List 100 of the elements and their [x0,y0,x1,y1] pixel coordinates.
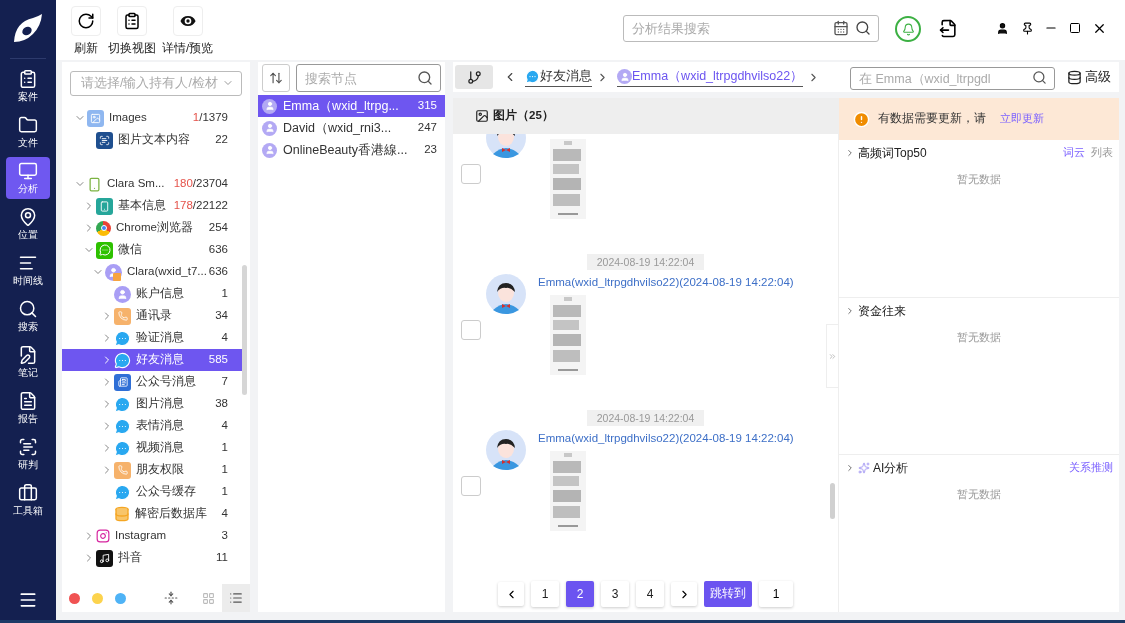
panel-toggle-handle[interactable] [826,324,838,388]
folder-icon [18,115,38,135]
owner-select[interactable]: 请选择/输入持有人/检材 [70,70,242,96]
nav-item[interactable]: 文件 [6,111,50,153]
section-chevron-icon[interactable] [845,463,855,473]
nav-item[interactable]: 时间线 [6,249,50,291]
scrollbar-thumb[interactable] [242,265,247,395]
tree-item[interactable]: 朋友权限 1 [62,459,242,481]
tree-item[interactable]: 账户信息 1 [62,283,242,305]
nav-label: 笔记 [18,366,38,379]
notification-button[interactable] [895,16,921,42]
contact-name: Emma（wxid_ltrpg... [283,97,400,115]
sparkle-icon [858,462,870,474]
tree-item[interactable]: 验证消息 4 [62,327,242,349]
sort-button[interactable] [262,64,290,92]
nav-item[interactable]: 案件 [6,65,50,107]
document-scan-icon [96,131,113,149]
tree-item[interactable]: 通讯录 34 [62,305,242,327]
item-count: 1 [221,484,228,500]
chat-bubble-icon [114,329,131,347]
camera-icon [96,529,110,543]
tree-item-label: 验证消息 [136,330,185,346]
double-chevron-icon [828,351,837,361]
next-page-button[interactable] [671,582,697,606]
tree-item[interactable]: 表情消息 4 [62,415,242,437]
search-field[interactable]: 分析结果搜索 [623,15,879,42]
message-checkbox[interactable] [461,476,481,496]
tree-item[interactable]: Clara(wxid_t7... 636 [62,261,242,283]
music-note-icon [96,549,113,567]
previous-page-button[interactable] [498,582,524,606]
search-field[interactable]: 搜索节点 [296,64,441,92]
jump-button[interactable]: 跳转到 [704,581,752,607]
search-icon[interactable] [1032,69,1047,85]
contact-avatar-icon [262,120,277,136]
tree-item[interactable]: Chrome浏览器 254 [62,217,242,239]
search-field[interactable]: 在 Emma（wxid_ltrpgdl [850,67,1055,90]
view-tab[interactable]: 词云 [1063,145,1085,161]
message-checkbox[interactable] [461,164,481,184]
toolbar-button[interactable]: 切换视图 [108,6,156,58]
tree-item-label: 朋友权限 [136,462,185,478]
page-button[interactable]: 3 [601,581,629,607]
tree-item[interactable]: 图片消息 38 [62,393,242,415]
relation-inference-link[interactable]: 关系推测 [1069,460,1113,476]
tree-item[interactable]: 抖音 11 [62,547,242,569]
update-now-link[interactable]: 立即更新 [1000,111,1044,127]
new-count: 1 [192,110,200,126]
images-tab[interactable]: 图片（25） [475,107,554,125]
user-icon[interactable] [996,22,1009,35]
advanced-search-button[interactable]: 高级 [1067,67,1111,87]
nav-item[interactable]: 分析 [6,157,50,199]
tree-item[interactable]: 解密后数据库 4 [62,503,242,525]
nav-item[interactable]: 位置 [6,203,50,245]
tree-item-label: 公众号缓存 [136,484,197,500]
item-count: 1 [221,286,228,302]
page-input[interactable]: 1 [759,581,793,607]
nav-label: 工具箱 [13,504,43,517]
maximize-icon[interactable] [1069,22,1081,34]
tree-item[interactable]: Instagram 3 [62,525,242,547]
tree-item[interactable]: Images 1/1379 [62,107,242,129]
tree-item[interactable]: 公众号缓存 1 [62,481,242,503]
tree-item[interactable]: 视频消息 1 [62,437,242,459]
breadcrumb-link[interactable]: 好友消息 [525,67,592,87]
section-chevron-icon[interactable] [845,306,855,316]
chat-bubble-icon [114,439,131,457]
tree-item-label: Clara(wxid_t7... [127,264,208,280]
collapse-all-icon[interactable] [164,591,178,605]
nav-item[interactable]: 工具箱 [6,479,50,521]
search-icon[interactable] [417,70,433,86]
nav-item[interactable]: 报告 [6,387,50,429]
tree-item[interactable]: Clara Sm... 180/23704 [62,173,242,195]
contact-item[interactable]: Emma（wxid_ltrpg... 315 [258,95,445,117]
tree-item[interactable]: 微信 636 [62,239,242,261]
page-button[interactable]: 1 [531,581,559,607]
breadcrumb-link[interactable]: Emma（wxid_ltrpgdhvilso22） [617,67,804,87]
nav-item[interactable]: 搜索 [6,295,50,337]
calendar-icon[interactable] [833,20,849,36]
tree-item[interactable]: 图片文本内容 22 [62,129,242,151]
scrollbar-thumb[interactable] [830,483,835,519]
tree-item[interactable]: 公众号消息 7 [62,371,242,393]
tree-item[interactable]: 基本信息 178/22122 [62,195,242,217]
nav-item[interactable]: 研判 [6,433,50,475]
message-checkbox[interactable] [461,320,481,340]
page-button[interactable]: 2 [566,581,594,607]
nav-item[interactable]: 笔记 [6,341,50,383]
search-icon[interactable] [855,20,871,36]
toolbar-button[interactable]: 详情/预览 [162,6,214,58]
tree-item[interactable]: 好友消息 585 [62,349,242,371]
section-chevron-icon[interactable] [845,148,855,158]
close-icon[interactable] [1092,21,1107,36]
contact-item[interactable]: David（wxid_rni3... 247 [258,117,445,139]
menu-icon[interactable] [18,590,38,610]
branch-button[interactable] [455,65,493,89]
list-view-button[interactable] [222,584,250,612]
item-count: /22122 [192,198,228,214]
page-button[interactable]: 4 [636,581,664,607]
export-icon[interactable] [939,19,958,38]
tree-item-label: 解密后数据库 [135,506,208,522]
message-count: 23 [424,142,437,158]
contact-item[interactable]: OnlineBeauty香港線... 23 [258,139,445,161]
pin-icon[interactable] [1021,22,1034,35]
